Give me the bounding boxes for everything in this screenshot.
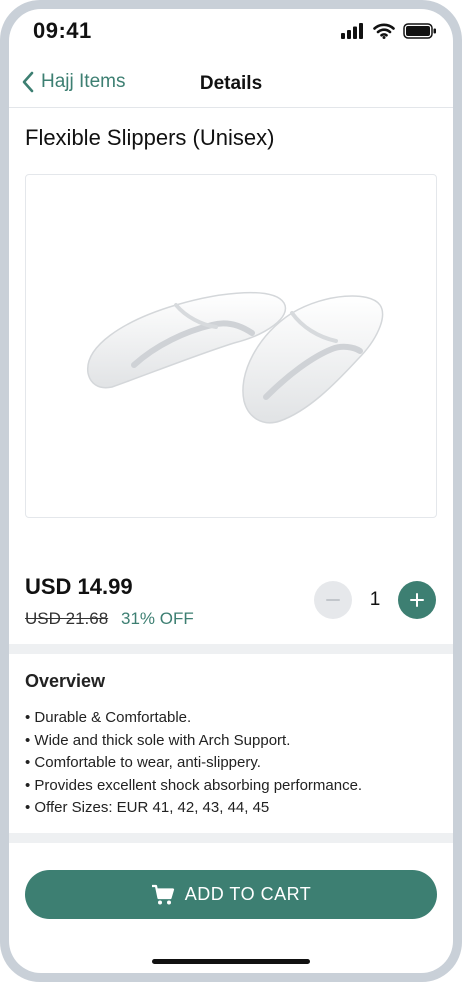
battery-icon xyxy=(403,23,436,39)
section-divider xyxy=(9,644,453,654)
device-frame: 09:41 Hajj Items Details Flexible Slippe… xyxy=(0,0,462,982)
cart-icon xyxy=(151,884,174,904)
quantity-value: 1 xyxy=(369,589,381,610)
discount-badge: 31% OFF xyxy=(121,609,194,628)
status-time: 09:41 xyxy=(33,18,92,43)
overview-item: • Wide and thick sole with Arch Support. xyxy=(25,731,291,749)
wifi-icon xyxy=(373,23,395,39)
overview-item: • Comfortable to wear, anti-slippery. xyxy=(25,754,261,771)
original-price: USD 21.68 xyxy=(25,609,109,628)
overview-item: • Offer Sizes: EUR 41, 42, 43, 44, 45 xyxy=(25,799,270,816)
status-icons xyxy=(341,23,437,39)
slippers-image xyxy=(87,291,384,424)
page-title: Details xyxy=(199,73,263,94)
decrease-quantity-button[interactable] xyxy=(314,581,352,619)
add-to-cart-label: ADD TO CART xyxy=(184,884,312,904)
product-price: USD 14.99 xyxy=(25,574,133,599)
minus-icon xyxy=(326,599,340,601)
section-divider xyxy=(9,833,453,843)
screen: 09:41 Hajj Items Details Flexible Slippe… xyxy=(9,9,453,973)
plus-icon xyxy=(410,593,424,607)
navigation-bar: Hajj Items Details xyxy=(9,67,453,108)
overview-item: • Provides excellent shock absorbing per… xyxy=(25,776,363,794)
overview-list: • Durable & Comfortable. • Wide and thic… xyxy=(25,707,362,820)
overview-heading: Overview xyxy=(25,671,106,691)
signal-icon xyxy=(341,23,363,39)
quantity-stepper: 1 xyxy=(314,581,436,619)
home-indicator[interactable] xyxy=(152,959,310,964)
overview-item: • Durable & Comfortable. xyxy=(25,709,192,726)
status-bar: 09:41 xyxy=(9,9,453,59)
increase-quantity-button[interactable] xyxy=(398,581,436,619)
add-to-cart-button[interactable]: ADD TO CART xyxy=(25,870,437,919)
product-image xyxy=(25,174,437,518)
product-title: Flexible Slippers (Unisex) xyxy=(25,125,275,150)
